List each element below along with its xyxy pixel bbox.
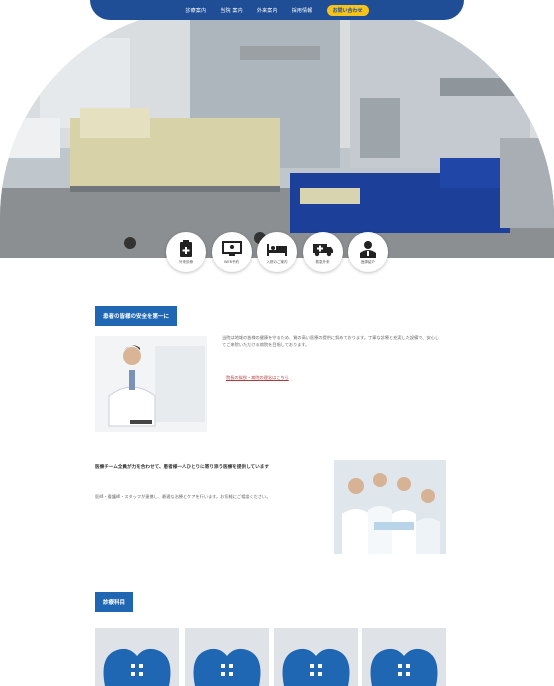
medical-team-photo (334, 460, 446, 554)
quick-link-doctors[interactable]: 医師紹介 (348, 232, 388, 272)
section1-body: 当院は地域の皆様の健康を守るため、質の高い医療の提供に努めております。丁寧な診療… (222, 335, 440, 347)
department-card[interactable] (274, 628, 358, 686)
nav-item-4[interactable]: 採用情報 (292, 7, 313, 14)
quick-link-label: 医師紹介 (361, 260, 375, 264)
doctor-icon (357, 239, 379, 259)
department-card[interactable] (185, 628, 269, 686)
section-badge: 診療科目 (95, 592, 134, 612)
doctor-photo (95, 336, 207, 432)
department-card[interactable] (362, 628, 446, 686)
quick-link-label: WEB予約 (223, 260, 240, 264)
quick-link-admission[interactable]: 入院のご案内 (257, 232, 297, 272)
quick-link-label: 入院のご案内 (266, 260, 288, 264)
nav-item-1[interactable]: 診療案内 (185, 7, 206, 14)
quick-link-label: 外来診療 (179, 260, 193, 264)
monitor-icon (221, 239, 243, 259)
clipboard-icon (175, 239, 197, 259)
hero-image (0, 8, 554, 258)
section-badge: 患者の皆様の安全を第一に (95, 306, 178, 326)
contact-button[interactable]: お問い合わせ (326, 4, 369, 16)
quick-link-emergency[interactable]: 救急外来 (302, 232, 343, 272)
quick-link-label: 救急外来 (315, 260, 330, 264)
section2-heading: 医療チーム全員が力を合わせて、患者様一人ひとりに寄り添う医療を提供しています (95, 465, 269, 470)
nav-item-3[interactable]: 外来案内 (257, 7, 278, 14)
top-navigation: 診療案内 当院 案内 外来案内 採用情報 お問い合わせ (90, 0, 464, 20)
bed-icon (266, 239, 288, 259)
ambulance-icon (312, 239, 334, 259)
quick-links: 外来診療 WEB予約 入院のご案内 救急外来 医師紹介 (166, 232, 388, 276)
section2-body: 医師・看護師・スタッフが連携し、最適な治療とケアを行います。お気軽にご相談くださ… (95, 494, 271, 499)
quick-link-web-reservation[interactable]: WEB予約 (211, 232, 252, 272)
department-card[interactable] (95, 628, 179, 686)
nav-item-2[interactable]: 当院 案内 (220, 7, 243, 14)
greeting-link[interactable]: 院長の挨拶・病院の理念はこちら (226, 375, 289, 381)
hospital-room-photo (0, 8, 554, 258)
quick-link-outpatient[interactable]: 外来診療 (166, 232, 206, 272)
